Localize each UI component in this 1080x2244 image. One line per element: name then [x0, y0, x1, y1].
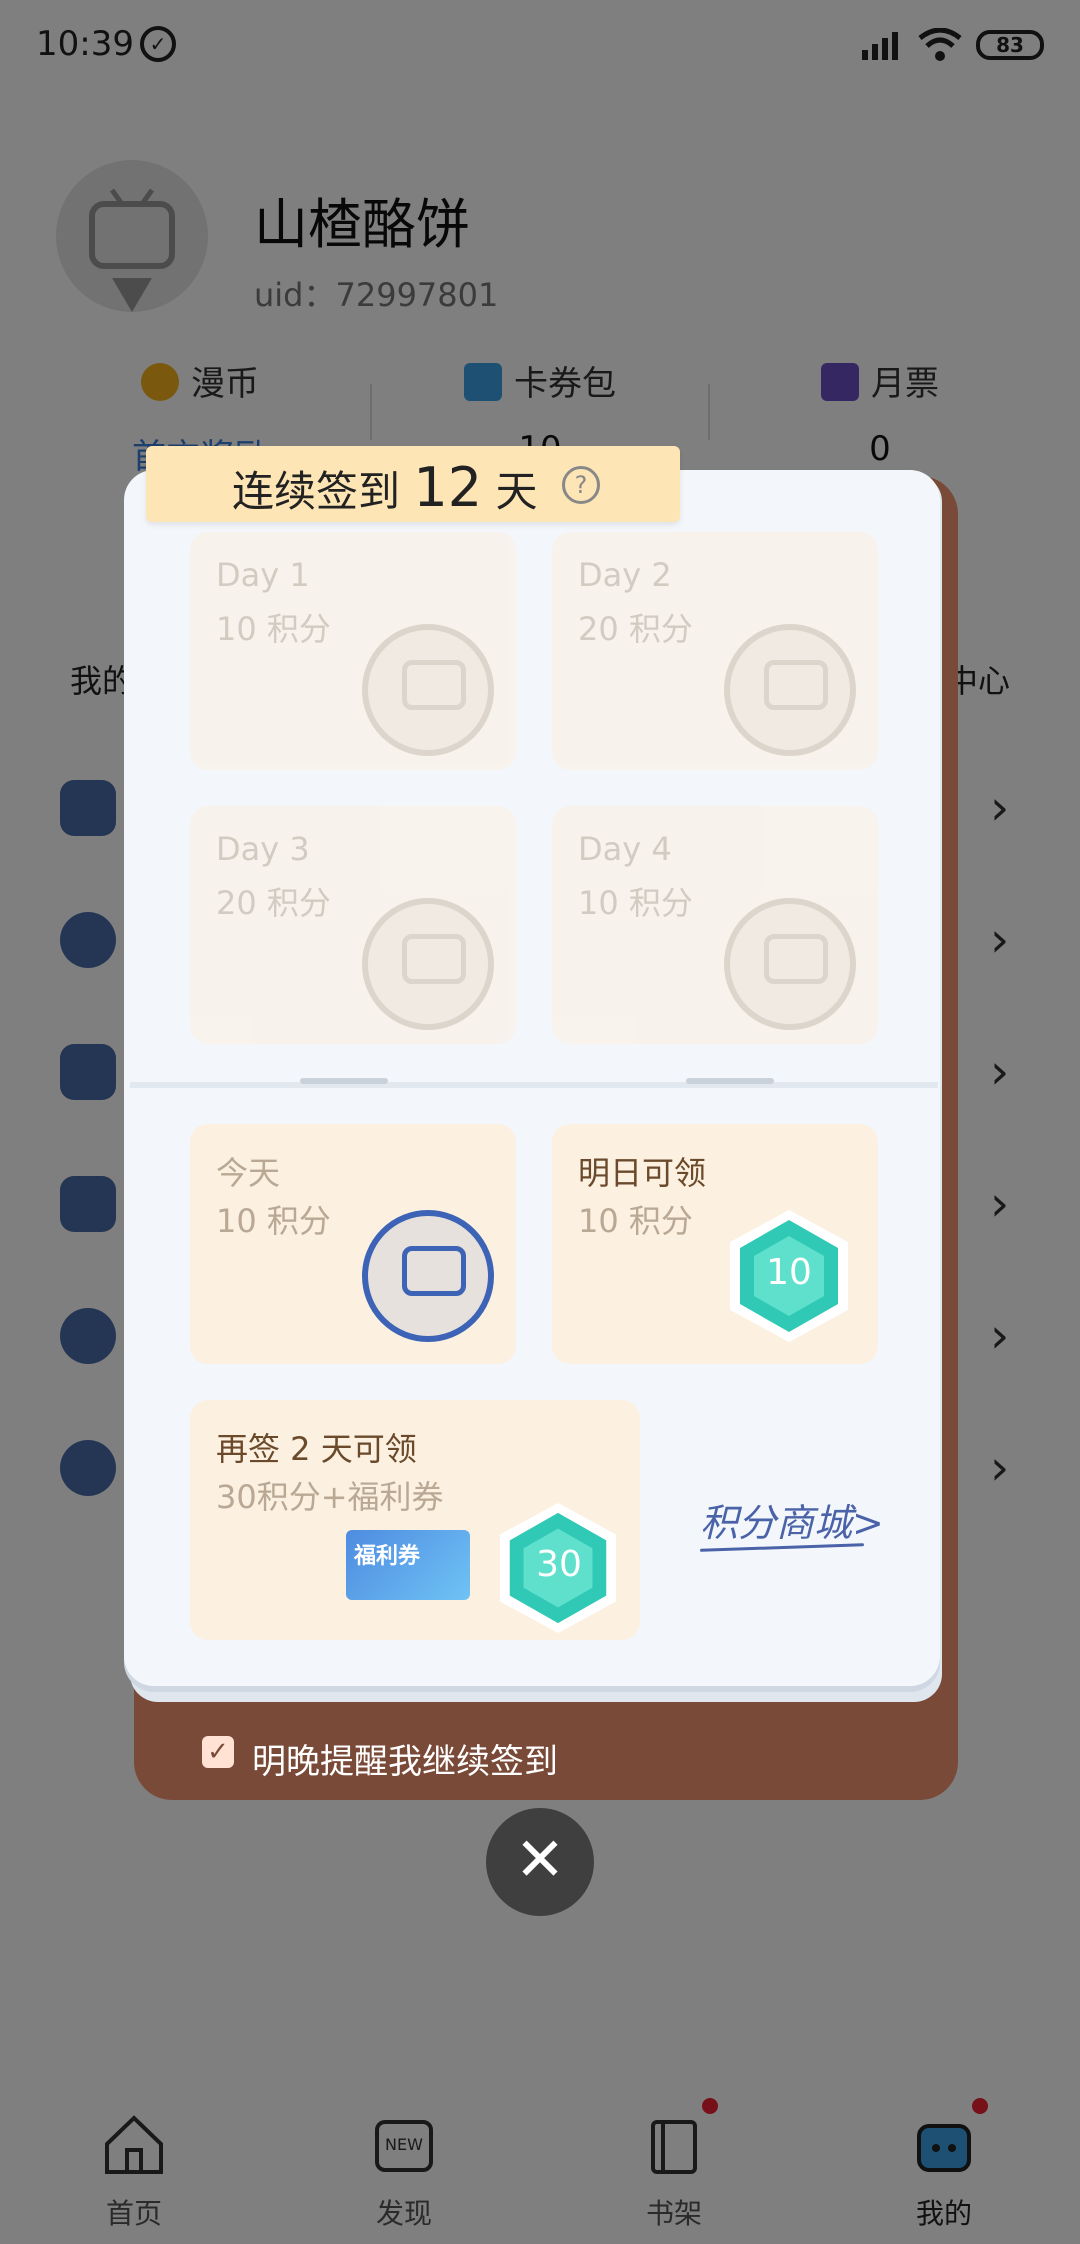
day-title: Day 4 — [578, 830, 672, 868]
voucher-label: 福利券 — [354, 1544, 421, 1569]
day-title: Day 1 — [216, 556, 310, 594]
day-card: Day 2 20 积分 — [552, 532, 878, 770]
streak-title: 连续签到 12 天 — [232, 456, 538, 519]
day-card: Day 3 20 积分 — [190, 806, 516, 1044]
bonus-title: 再签 2 天可领 — [216, 1430, 417, 1468]
checked-stamp-icon — [362, 898, 494, 1030]
day-points: 10 积分 — [216, 1202, 331, 1240]
voucher-icon: 福利券 — [346, 1530, 470, 1600]
day-points: 10 积分 — [216, 610, 331, 648]
gem-value: 10 — [766, 1252, 812, 1293]
fold-tab — [300, 1078, 388, 1084]
day-card: Day 4 10 积分 — [552, 806, 878, 1044]
bonus-reward: 30积分+福利券 — [216, 1478, 444, 1516]
checked-stamp-icon — [724, 898, 856, 1030]
points-mall-link[interactable]: 积分商城> — [700, 1492, 884, 1547]
checked-stamp-icon — [362, 1210, 494, 1342]
today-card: 今天 10 积分 — [190, 1124, 516, 1364]
remind-checkbox[interactable]: ✓ — [202, 1736, 234, 1768]
day-points: 20 积分 — [216, 884, 331, 922]
day-title: Day 2 — [578, 556, 672, 594]
fold-tab — [686, 1078, 774, 1084]
day-title: 今天 — [216, 1154, 281, 1192]
day-card: Day 1 10 积分 — [190, 532, 516, 770]
page-fold — [130, 1082, 938, 1088]
day-points: 10 积分 — [578, 884, 693, 922]
day-title: Day 3 — [216, 830, 310, 868]
checked-stamp-icon — [724, 624, 856, 756]
remind-label[interactable]: 明晚提醒我继续签到 — [252, 1734, 558, 1783]
help-icon[interactable]: ? — [562, 466, 600, 504]
close-button[interactable]: ✕ — [486, 1808, 594, 1916]
checked-stamp-icon — [362, 624, 494, 756]
day-title: 明日可领 — [578, 1154, 707, 1192]
day-points: 10 积分 — [578, 1202, 693, 1240]
day-points: 20 积分 — [578, 610, 693, 648]
gem-value: 30 — [536, 1544, 582, 1585]
